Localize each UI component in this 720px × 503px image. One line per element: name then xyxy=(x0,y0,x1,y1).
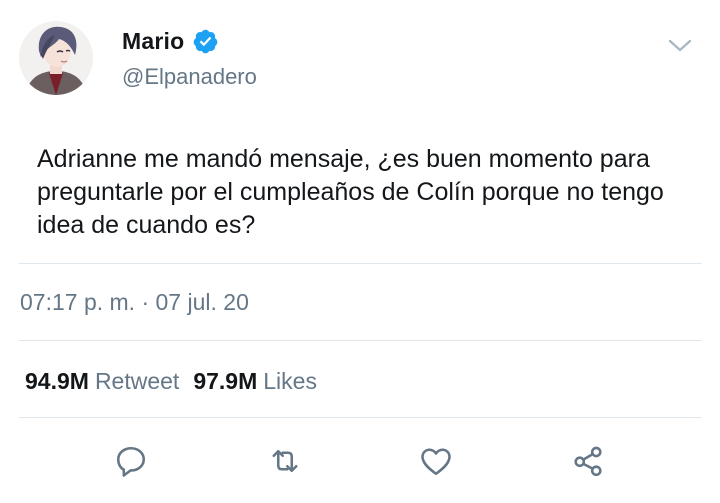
retweet-button[interactable] xyxy=(265,441,305,481)
retweet-count[interactable]: 94.9M xyxy=(25,368,89,395)
avatar-image xyxy=(19,21,93,95)
tweet-text: Adrianne me mandó mensaje, ¿es buen mome… xyxy=(37,145,664,239)
reply-icon xyxy=(116,446,146,477)
tweet-stats: 94.9M Retweet 97.9M Likes xyxy=(25,368,331,395)
tweet-timestamp[interactable]: 07:17 p. m. · 07 jul. 20 xyxy=(20,289,249,316)
like-button[interactable] xyxy=(416,441,456,481)
reply-button[interactable] xyxy=(111,441,151,481)
divider xyxy=(19,340,702,341)
like-count[interactable]: 97.9M xyxy=(193,368,257,395)
divider xyxy=(19,417,702,418)
retweet-icon xyxy=(272,449,298,473)
author-name-row: Mario xyxy=(122,28,219,55)
chevron-down-icon[interactable] xyxy=(667,36,693,56)
like-icon xyxy=(421,448,451,476)
share-button[interactable] xyxy=(568,441,608,481)
retweet-label[interactable]: Retweet xyxy=(95,368,179,395)
share-icon xyxy=(574,446,602,477)
author-name[interactable]: Mario xyxy=(122,28,184,55)
divider xyxy=(19,263,702,264)
verified-badge-icon xyxy=(194,29,218,54)
like-label[interactable]: Likes xyxy=(263,368,317,395)
avatar[interactable] xyxy=(19,21,93,95)
author-handle[interactable]: @Elpanadero xyxy=(122,64,257,90)
